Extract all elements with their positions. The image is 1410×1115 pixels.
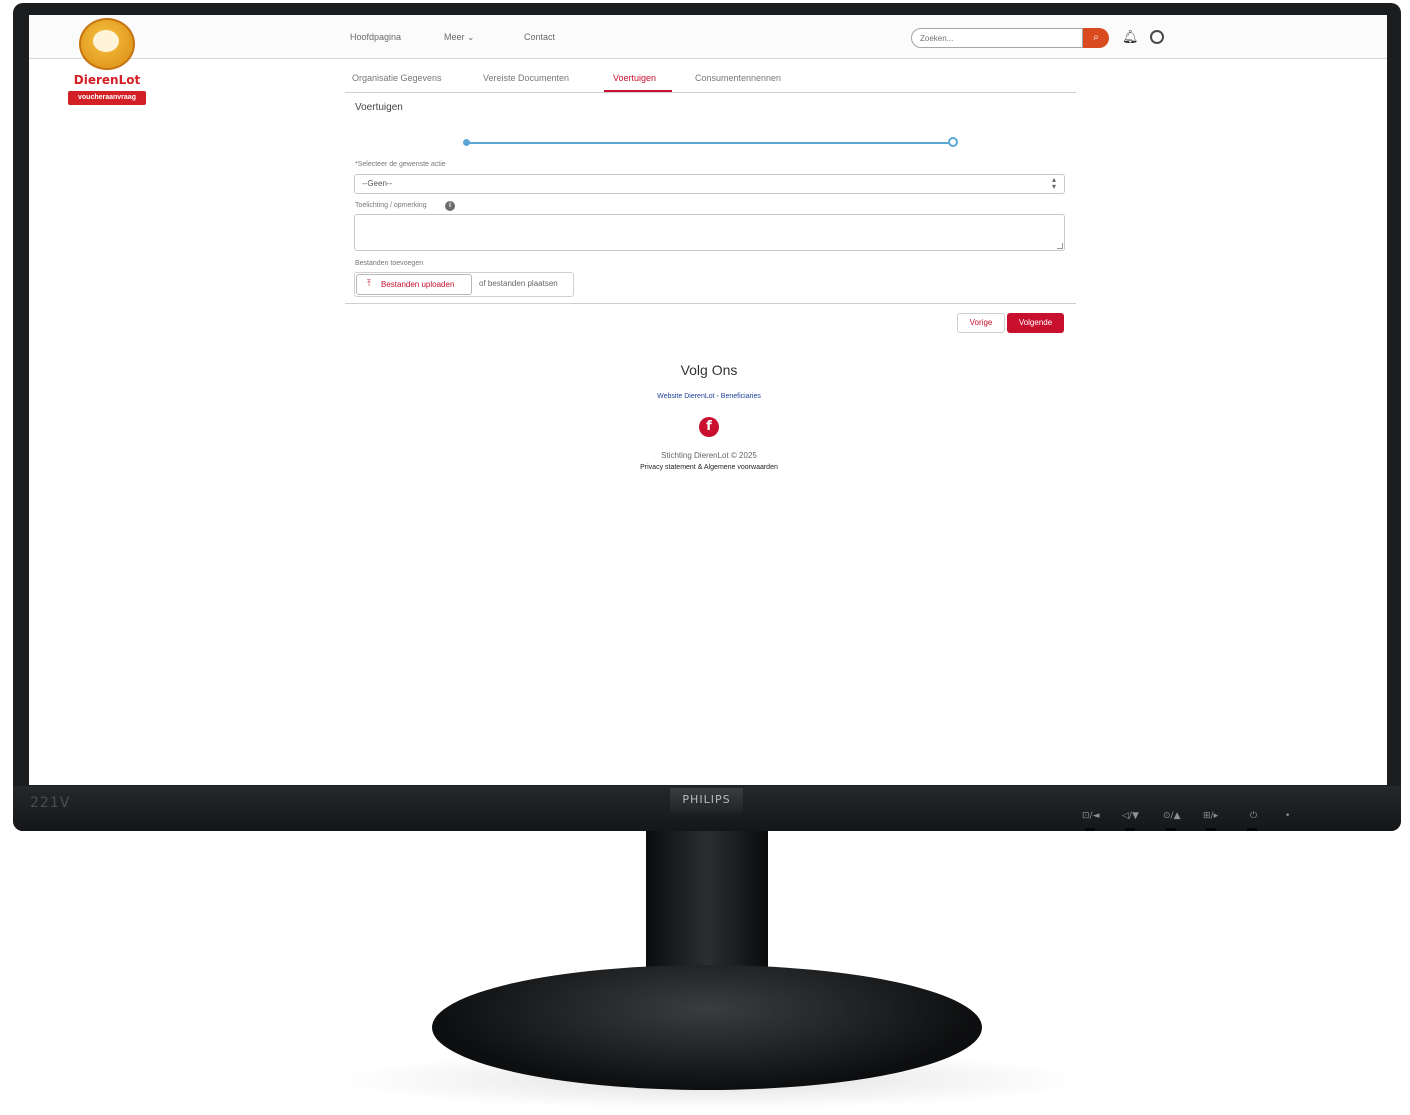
monitor-stand-base: [432, 965, 982, 1090]
tab-divider: [345, 92, 1076, 93]
upload-files-button[interactable]: Bestanden uploaden: [356, 274, 472, 295]
search-button[interactable]: ⌕: [1083, 28, 1109, 48]
monitor-screen: Hoofdpagina Meer ⌄ Contact ⌕ 🔔︎ DierenLo…: [29, 15, 1387, 785]
search-input[interactable]: [911, 28, 1083, 48]
form-divider: [345, 303, 1076, 304]
bell-icon[interactable]: 🔔︎: [1122, 29, 1139, 45]
upload-button-label: Bestanden uploaden: [381, 280, 455, 289]
select-arrows-icon: ▴ ▾: [1052, 175, 1057, 191]
upload-label: Bestanden toevoegen: [355, 260, 424, 267]
top-navbar: Hoofdpagina Meer ⌄ Contact ⌕ 🔔︎: [29, 15, 1387, 59]
control-button-2[interactable]: [1125, 828, 1135, 831]
logo-tagline: voucheraanvraag: [68, 91, 146, 105]
nav-home-link[interactable]: Hoofdpagina: [350, 32, 401, 42]
monitor-brand-label: PHILIPS: [682, 793, 731, 806]
comment-label: Toelichting / opmerking: [355, 202, 427, 209]
dierenlot-logo[interactable]: DierenLot voucheraanvraag: [65, 18, 153, 106]
monitor-control-mode[interactable]: ⊞/▸: [1203, 811, 1218, 821]
nav-contact-link[interactable]: Contact: [524, 32, 555, 42]
tab-organisatie-gegevens[interactable]: Organisatie Gegevens: [352, 73, 442, 83]
upload-icon: ⤒: [367, 278, 371, 288]
search-icon: ⌕: [1093, 32, 1099, 43]
follow-us-title: Volg Ons: [680, 362, 738, 378]
section-title: Voertuigen: [355, 102, 403, 113]
monitor-model-label: 221V: [30, 795, 71, 811]
tab-vereiste-documenten[interactable]: Vereiste Documenten: [483, 73, 569, 83]
logo-animal-face: [93, 30, 119, 52]
monitor-control-input[interactable]: ⊙/▲: [1163, 811, 1181, 821]
monitor-control-audio[interactable]: ◁/▼: [1122, 811, 1139, 821]
select-action-label: *Selecteer de gewenste actie: [355, 161, 446, 168]
resize-grip-icon[interactable]: [1057, 243, 1063, 249]
progress-step-start[interactable]: [463, 139, 470, 146]
progress-path-line: [468, 142, 953, 144]
info-icon[interactable]: i: [445, 201, 455, 211]
control-button-4[interactable]: [1206, 828, 1216, 831]
user-icon[interactable]: [1150, 30, 1164, 44]
monitor-control-menu[interactable]: ⊡/◄: [1082, 811, 1100, 821]
control-button-5[interactable]: [1247, 828, 1257, 831]
photo-stage: 221V PHILIPS ⊡/◄ ◁/▼ ⊙/▲ ⊞/▸ ⏻ • Hoofdpa…: [0, 0, 1410, 1115]
tab-voertuigen[interactable]: Voertuigen: [613, 73, 656, 83]
control-button-1[interactable]: [1085, 828, 1095, 831]
action-select[interactable]: --Geen--: [354, 174, 1065, 194]
facebook-icon[interactable]: f: [699, 417, 719, 437]
privacy-terms-link[interactable]: Privacy statement & Algemene voorwaarden: [589, 464, 829, 471]
copyright-text: Stichting DierenLot © 2025: [661, 451, 757, 460]
logo-name: DierenLot: [73, 73, 141, 87]
comment-textarea[interactable]: [354, 214, 1065, 251]
control-button-3[interactable]: [1166, 828, 1176, 831]
tab-consumenten[interactable]: Consumentennennen: [695, 73, 781, 83]
next-button[interactable]: Volgende: [1007, 313, 1064, 333]
monitor-power-led: •: [1285, 811, 1291, 821]
nav-more-menu[interactable]: Meer ⌄: [444, 32, 475, 43]
footer-links[interactable]: Website DierenLot - Beneficiaries: [609, 393, 809, 400]
previous-button[interactable]: Vorige: [957, 313, 1005, 333]
drop-files-text: of bestanden plaatsen: [479, 279, 558, 288]
monitor-power-icon[interactable]: ⏻: [1250, 811, 1257, 821]
progress-step-end[interactable]: [948, 137, 958, 147]
